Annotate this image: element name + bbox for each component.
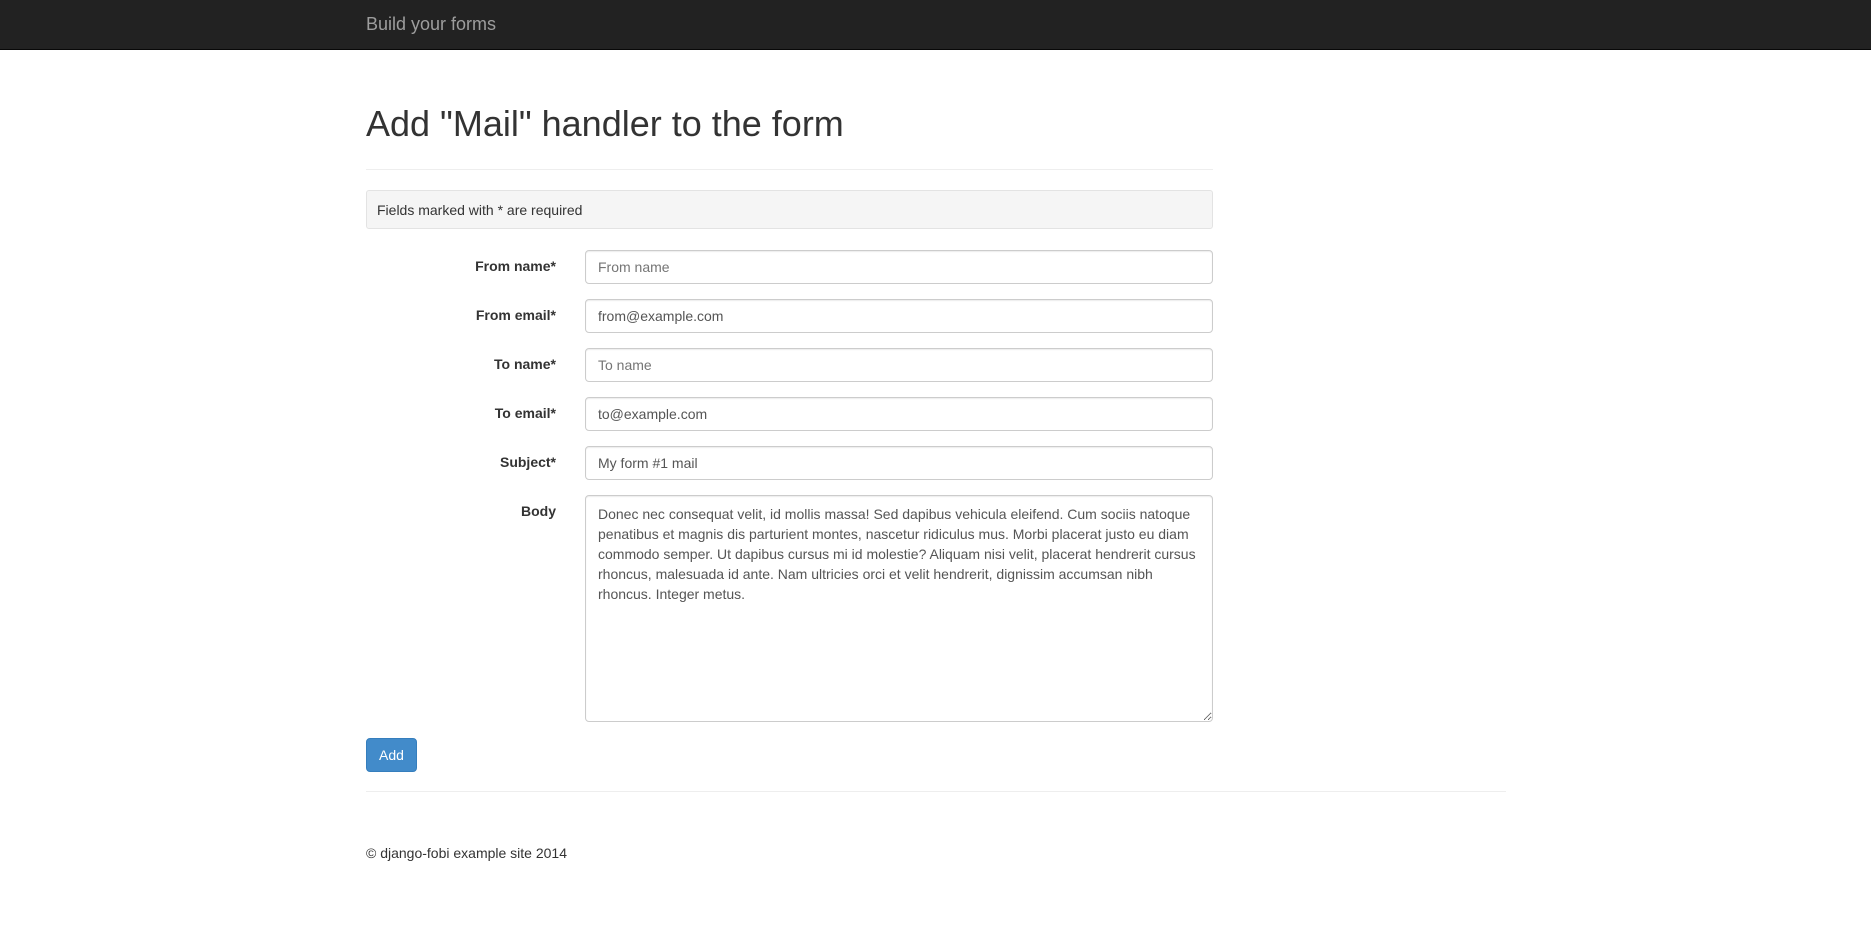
- from-email-label: From email*: [475, 307, 556, 323]
- subject-input[interactable]: [585, 446, 1213, 480]
- add-button[interactable]: Add: [366, 738, 417, 772]
- from-email-input[interactable]: [585, 299, 1213, 333]
- to-name-label: To name*: [494, 356, 556, 372]
- navbar-brand-link[interactable]: Build your forms: [366, 14, 496, 34]
- body-label: Body: [521, 503, 556, 519]
- title-divider: [366, 169, 1213, 170]
- from-name-label: From name*: [475, 258, 556, 274]
- body-textarea[interactable]: Donec nec consequat velit, id mollis mas…: [585, 495, 1213, 722]
- subject-label: Subject*: [499, 454, 556, 470]
- from-name-input[interactable]: [585, 250, 1213, 284]
- footer-copyright: © django-fobi example site 2014: [366, 845, 567, 861]
- to-email-input[interactable]: [585, 397, 1213, 431]
- top-navbar: Build your forms: [0, 0, 1871, 50]
- required-fields-note: Fields marked with * are required: [366, 190, 1213, 229]
- to-name-input[interactable]: [585, 348, 1213, 382]
- page-title: Add "Mail" handler to the form: [366, 103, 844, 144]
- footer-divider: [366, 791, 1506, 792]
- to-email-label: To email*: [494, 405, 556, 421]
